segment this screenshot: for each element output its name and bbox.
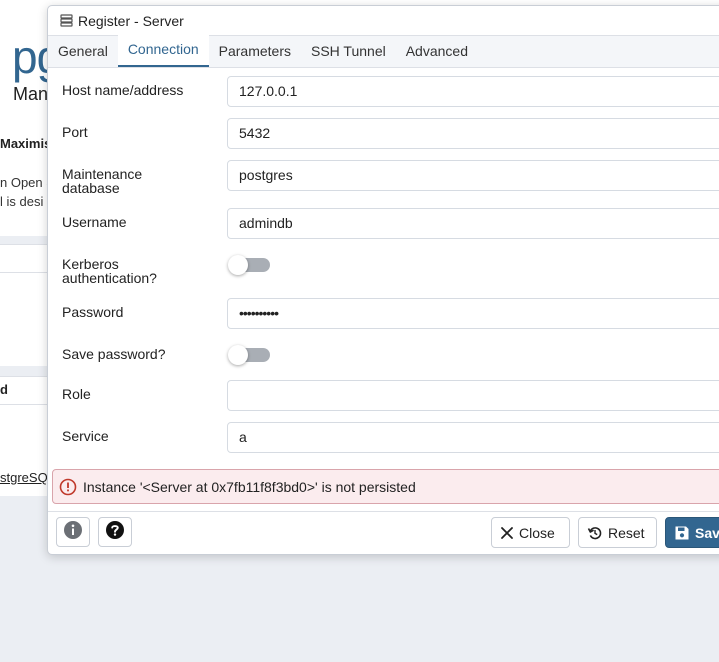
username-label: Username — [62, 214, 127, 230]
register-server-dialog: Register - Server General Connection Par… — [47, 5, 719, 555]
kerberos-label-line2: authentication? — [62, 270, 157, 286]
host-input[interactable]: 127.0.0.1 — [227, 76, 719, 107]
save-button-label: Save — [695, 524, 719, 541]
reset-button-label: Reset — [608, 524, 645, 541]
info-button[interactable] — [56, 517, 90, 547]
maintenance-db-label-line1: Maintenance — [62, 166, 143, 182]
kerberos-toggle[interactable] — [228, 255, 270, 275]
error-icon — [59, 478, 77, 496]
save-button[interactable]: Save — [665, 517, 719, 548]
background-link[interactable]: stgreSQ — [0, 470, 48, 485]
save-icon — [674, 525, 690, 541]
host-label: Host name/address — [62, 82, 184, 98]
background-text-line: l is desi — [0, 194, 44, 209]
help-button[interactable] — [98, 517, 132, 547]
dialog-tabs: General Connection Parameters SSH Tunnel… — [48, 35, 719, 68]
close-button-label: Close — [519, 524, 555, 541]
close-button[interactable]: Close — [491, 517, 570, 548]
maintenance-db-input[interactable]: postgres — [227, 160, 719, 191]
port-label: Port — [62, 124, 88, 140]
error-banner: Instance '<Server at 0x7fb11f8f3bd0>' is… — [52, 469, 719, 504]
tab-ssh-tunnel[interactable]: SSH Tunnel — [301, 35, 396, 67]
dialog-title: Register - Server — [78, 12, 184, 29]
close-icon — [500, 526, 514, 540]
reset-button[interactable]: Reset — [578, 517, 657, 548]
dialog-title-bar[interactable]: Register - Server — [48, 6, 719, 36]
save-password-label: Save password? — [62, 346, 166, 362]
tab-connection[interactable]: Connection — [117, 35, 209, 67]
background-subtitle: Man — [13, 84, 49, 104]
username-input[interactable]: admindb — [227, 208, 719, 239]
maintenance-db-label: Maintenance database — [62, 167, 142, 195]
toggle-knob — [228, 345, 248, 365]
kerberos-label: Kerberos authentication? — [62, 257, 157, 285]
port-input[interactable]: 5432 — [227, 118, 719, 149]
service-label: Service — [62, 428, 109, 444]
background-column-header: d — [0, 382, 8, 397]
tab-parameters[interactable]: Parameters — [209, 35, 301, 67]
maintenance-db-label-line2: database — [62, 180, 120, 196]
server-icon — [60, 14, 73, 27]
password-input[interactable]: •••••••••• — [227, 298, 719, 329]
kerberos-label-line1: Kerberos — [62, 256, 119, 272]
service-input[interactable]: a — [227, 422, 719, 453]
tab-general[interactable]: General — [48, 35, 118, 67]
error-message: Instance '<Server at 0x7fb11f8f3bd0>' is… — [83, 478, 416, 495]
role-input[interactable] — [227, 380, 719, 411]
help-icon — [105, 520, 125, 545]
reset-icon — [587, 525, 603, 541]
background-heading: Maximis — [0, 136, 52, 151]
password-label: Password — [62, 304, 124, 320]
toggle-knob — [228, 255, 248, 275]
role-label: Role — [62, 386, 91, 402]
info-icon — [63, 520, 83, 545]
save-password-toggle[interactable] — [228, 345, 270, 365]
tab-advanced[interactable]: Advanced — [396, 35, 478, 67]
